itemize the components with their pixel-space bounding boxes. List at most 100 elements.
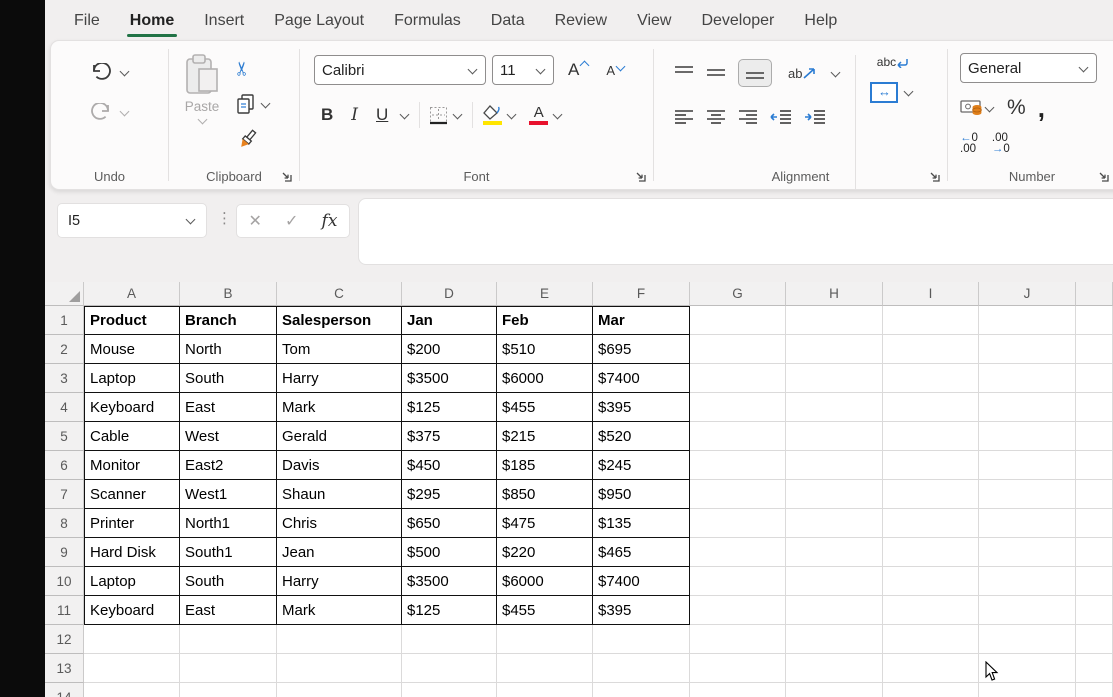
cell[interactable]: [84, 625, 180, 654]
cell[interactable]: Printer: [84, 509, 180, 538]
cell[interactable]: $465: [593, 538, 690, 567]
cell[interactable]: [593, 654, 690, 683]
align-center-button[interactable]: [706, 109, 726, 125]
borders-button[interactable]: [429, 106, 448, 125]
cell[interactable]: [979, 683, 1076, 697]
cell[interactable]: [690, 596, 786, 625]
col-header[interactable]: B: [180, 282, 277, 306]
cell[interactable]: [1076, 422, 1113, 451]
fill-color-dropdown-icon[interactable]: [507, 109, 517, 119]
select-all-corner[interactable]: [45, 282, 84, 306]
row-header[interactable]: 14: [45, 683, 84, 697]
cell[interactable]: [277, 683, 402, 697]
cell[interactable]: [786, 480, 883, 509]
cell[interactable]: Mar: [593, 306, 690, 335]
cell[interactable]: $520: [593, 422, 690, 451]
cell[interactable]: [593, 625, 690, 654]
row-header[interactable]: 11: [45, 596, 84, 625]
cell[interactable]: Mark: [277, 393, 402, 422]
tab-data[interactable]: Data: [476, 4, 540, 36]
name-box[interactable]: I5: [57, 203, 207, 238]
cell[interactable]: $695: [593, 335, 690, 364]
tab-developer[interactable]: Developer: [686, 4, 789, 36]
decrease-indent-button[interactable]: [770, 109, 792, 125]
cell[interactable]: [979, 480, 1076, 509]
row-header[interactable]: 8: [45, 509, 84, 538]
cell[interactable]: North1: [180, 509, 277, 538]
cell[interactable]: South: [180, 364, 277, 393]
cell[interactable]: $3500: [402, 364, 497, 393]
col-header[interactable]: C: [277, 282, 402, 306]
align-bottom-button[interactable]: [738, 59, 772, 87]
col-header[interactable]: A: [84, 282, 180, 306]
undo-icon[interactable]: [90, 63, 112, 82]
cell[interactable]: $6000: [497, 567, 593, 596]
cell[interactable]: [786, 509, 883, 538]
decrease-decimal-button[interactable]: .00 →0: [992, 133, 1010, 155]
cell[interactable]: [1076, 538, 1113, 567]
cell[interactable]: [690, 509, 786, 538]
cell[interactable]: Mouse: [84, 335, 180, 364]
cell[interactable]: [1076, 567, 1113, 596]
cell[interactable]: $7400: [593, 364, 690, 393]
confirm-entry-icon[interactable]: ✓: [285, 211, 298, 231]
cell[interactable]: [593, 683, 690, 697]
cell[interactable]: [786, 335, 883, 364]
cell[interactable]: [883, 625, 979, 654]
cell[interactable]: [690, 335, 786, 364]
row-header[interactable]: 12: [45, 625, 84, 654]
cell[interactable]: $450: [402, 451, 497, 480]
cell[interactable]: $135: [593, 509, 690, 538]
cell[interactable]: [979, 567, 1076, 596]
accounting-format-button[interactable]: [960, 99, 995, 117]
increase-decimal-button[interactable]: ←0 .00: [960, 133, 978, 155]
wrap-text-button[interactable]: ab c: [877, 57, 908, 68]
col-header[interactable]: H: [786, 282, 883, 306]
copy-icon[interactable]: [235, 93, 255, 115]
cell[interactable]: [497, 683, 593, 697]
orientation-dropdown-icon[interactable]: [831, 67, 841, 77]
tab-home[interactable]: Home: [115, 4, 189, 36]
tab-page-layout[interactable]: Page Layout: [259, 4, 379, 36]
cell[interactable]: [690, 422, 786, 451]
row-header[interactable]: 1: [45, 306, 84, 335]
cell[interactable]: East: [180, 393, 277, 422]
col-header[interactable]: F: [593, 282, 690, 306]
cell[interactable]: [180, 683, 277, 697]
cell[interactable]: [690, 538, 786, 567]
merge-center-button[interactable]: ↔: [870, 82, 914, 103]
cell[interactable]: Laptop: [84, 364, 180, 393]
bold-button[interactable]: B: [314, 103, 340, 127]
cell[interactable]: [883, 393, 979, 422]
cell[interactable]: Cable: [84, 422, 180, 451]
cell[interactable]: [84, 654, 180, 683]
orientation-button[interactable]: ab: [788, 66, 818, 81]
cut-icon[interactable]: ✂: [231, 60, 254, 76]
cell[interactable]: Mark: [277, 596, 402, 625]
cell[interactable]: $245: [593, 451, 690, 480]
cell[interactable]: [497, 625, 593, 654]
cell[interactable]: [883, 654, 979, 683]
col-header[interactable]: [1076, 282, 1113, 306]
font-color-button[interactable]: A: [529, 106, 548, 125]
font-size-combobox[interactable]: 11: [492, 55, 554, 85]
fill-color-button[interactable]: [482, 105, 502, 125]
paste-dropdown-icon[interactable]: [197, 115, 207, 125]
cell[interactable]: [883, 538, 979, 567]
row-header[interactable]: 7: [45, 480, 84, 509]
cell[interactable]: [979, 654, 1076, 683]
cell[interactable]: Tom: [277, 335, 402, 364]
cell[interactable]: [180, 654, 277, 683]
cell[interactable]: [979, 596, 1076, 625]
cell[interactable]: [690, 654, 786, 683]
cancel-entry-icon[interactable]: ✕: [249, 211, 262, 231]
tab-view[interactable]: View: [622, 4, 686, 36]
alignment-dialog-launcher-icon[interactable]: [929, 171, 940, 182]
cell[interactable]: [690, 306, 786, 335]
cell[interactable]: [1076, 480, 1113, 509]
undo-dropdown-icon[interactable]: [119, 66, 129, 76]
cell[interactable]: $125: [402, 393, 497, 422]
row-header[interactable]: 2: [45, 335, 84, 364]
borders-dropdown-icon[interactable]: [453, 109, 463, 119]
cell[interactable]: [690, 683, 786, 697]
